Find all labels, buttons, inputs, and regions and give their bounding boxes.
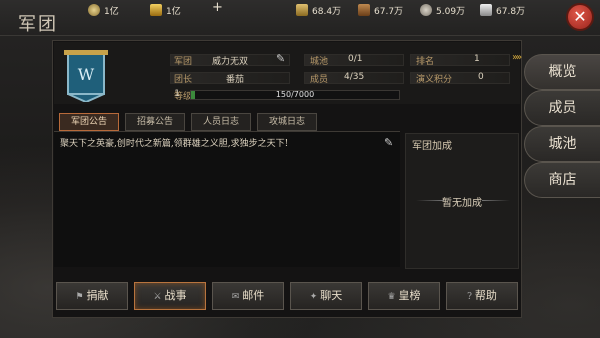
legion-banner-icon: W <box>64 50 108 102</box>
bonus-title: 军团加成 <box>412 141 452 152</box>
add-currency-button[interactable]: + <box>212 0 223 15</box>
leader-name: 番茄 <box>226 75 245 85</box>
legion-info: W 军团 威力无双 ✎ 城池 0/1 排名 1 »» 团长 番茄 成员 4/35… <box>54 42 522 104</box>
mail-button[interactable]: ✉ 邮件 <box>212 282 284 310</box>
wood-icon <box>358 4 370 16</box>
svg-text:W: W <box>78 65 95 84</box>
legion-panel: W 军团 威力无双 ✎ 城池 0/1 排名 1 »» 团长 番茄 成员 4/35… <box>52 40 522 318</box>
battle-button[interactable]: ⚔ 战事 <box>134 282 206 310</box>
xp-text: 150/7000 <box>275 90 315 99</box>
bonus-panel: 军团加成 暂无加成 <box>405 133 519 269</box>
top-bar: 军团 1亿 1亿 + 68.4万 67.7万 5.09万 67.8万 ✕ <box>0 0 600 36</box>
ranking-button[interactable]: ♛ 皇榜 <box>368 282 440 310</box>
rank-value: 1 <box>474 54 480 64</box>
mail-icon: ✉ <box>231 292 240 302</box>
tab-recruit-notice[interactable]: 招募公告 <box>125 113 185 131</box>
xp-progress-bar: 150/7000 <box>190 90 400 100</box>
stone-icon <box>420 4 432 16</box>
member-count: 4/35 <box>344 72 365 82</box>
legion-name: 威力无双 <box>212 57 249 67</box>
bonus-empty-text: 暂无加成 <box>442 198 482 209</box>
close-button[interactable]: ✕ <box>566 3 594 31</box>
edit-notice-icon[interactable]: ✎ <box>384 136 393 149</box>
resource-gold: 1亿 <box>150 3 181 17</box>
grain-icon <box>296 4 308 16</box>
points-value: 0 <box>478 72 484 82</box>
resource-silver: 1亿 <box>88 3 119 17</box>
iron-icon <box>480 4 492 16</box>
donate-button[interactable]: ⚑ 捐献 <box>56 282 128 310</box>
edit-name-icon[interactable]: ✎ <box>276 52 285 65</box>
side-tab-cities[interactable]: 城池 <box>524 126 600 162</box>
ranking-icon: ♛ <box>387 292 396 302</box>
city-count: 0/1 <box>348 54 363 64</box>
notice-box: 聚天下之英豪,创时代之新篇,领群雄之义胆,求独步之天下! ✎ <box>54 131 400 267</box>
help-button[interactable]: ? 帮助 <box>446 282 518 310</box>
chat-button[interactable]: ✦ 聊天 <box>290 282 362 310</box>
gold-ingot-icon <box>150 4 162 16</box>
window-title: 军团 <box>18 14 58 35</box>
tab-siege-log[interactable]: 攻城日志 <box>257 113 317 131</box>
level-value: 1 <box>174 89 180 99</box>
silver-coin-icon <box>88 4 100 16</box>
resource-iron: 67.8万 <box>480 3 525 17</box>
rank-arrow-icon[interactable]: »» <box>512 52 522 63</box>
side-tab-overview[interactable]: 概览 <box>524 54 600 90</box>
side-tab-members[interactable]: 成员 <box>524 90 600 126</box>
tab-member-log[interactable]: 人员日志 <box>191 113 251 131</box>
donate-icon: ⚑ <box>75 292 84 302</box>
resource-stone: 5.09万 <box>420 3 465 17</box>
battle-icon: ⚔ <box>153 292 162 302</box>
tab-legion-notice[interactable]: 军团公告 <box>59 113 119 131</box>
resource-grain: 68.4万 <box>296 3 341 17</box>
chat-icon: ✦ <box>309 292 318 302</box>
help-icon: ? <box>467 292 472 302</box>
side-tab-shop[interactable]: 商店 <box>524 162 600 198</box>
resource-wood: 67.7万 <box>358 3 403 17</box>
notice-text: 聚天下之英豪,创时代之新篇,领群雄之义胆,求独步之天下! <box>60 139 289 149</box>
